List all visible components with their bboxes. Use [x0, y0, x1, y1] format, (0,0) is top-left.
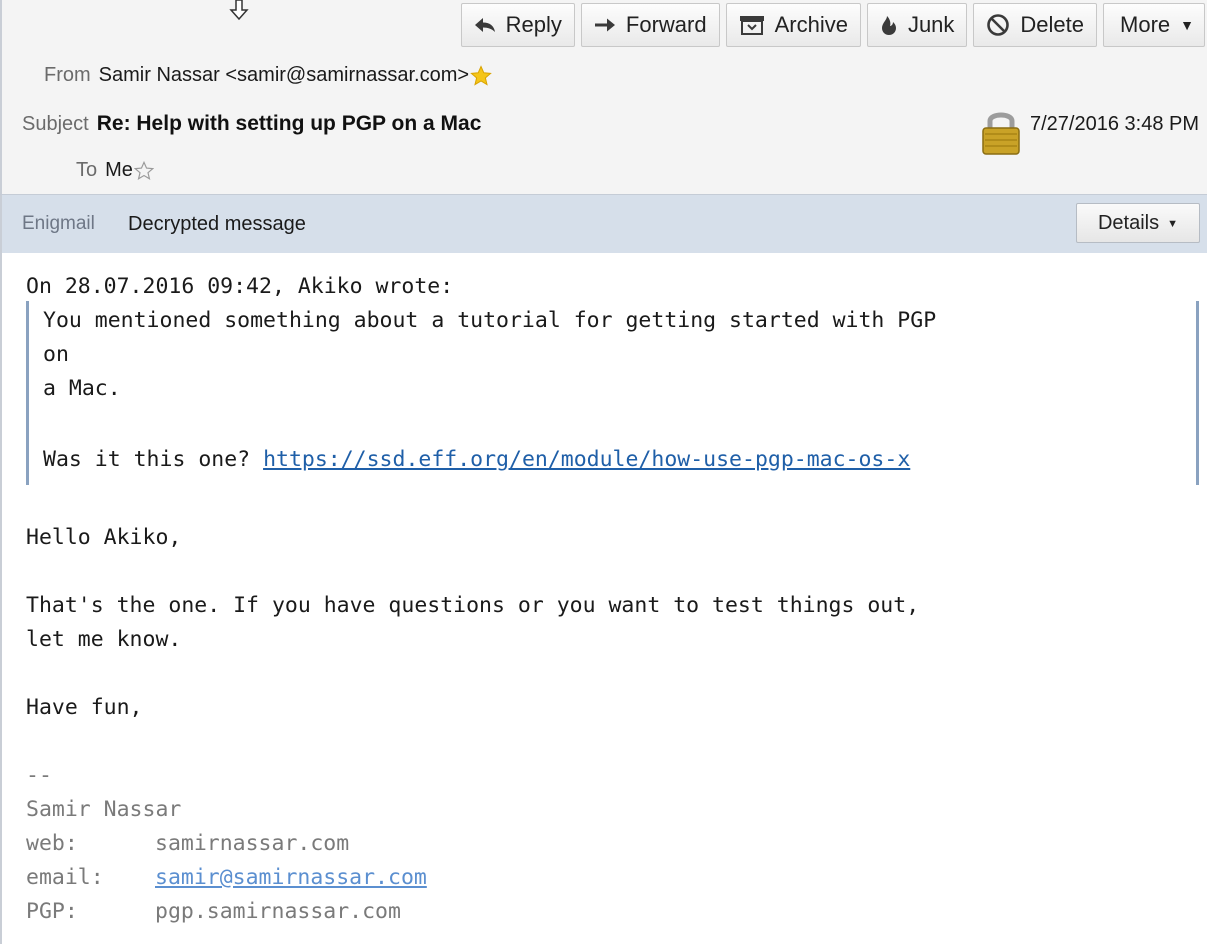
message-date: 7/27/2016 3:48 PM	[1029, 113, 1199, 135]
message-header: Reply Forward Archive Junk Delete More ▼…	[0, 0, 1207, 194]
date-area: 7/27/2016 3:48 PM	[980, 107, 1199, 160]
quote-attribution: On 28.07.2016 09:42, Akiko wrote:	[26, 274, 454, 299]
eff-tutorial-link[interactable]: https://ssd.eff.org/en/module/how-use-pg…	[263, 447, 910, 472]
from-row: From Samir Nassar <samir@samirnassar.com…	[44, 64, 492, 87]
reply-button[interactable]: Reply	[460, 3, 575, 47]
archive-box-icon	[739, 15, 765, 35]
flame-icon	[880, 14, 898, 36]
quote-line: on	[43, 342, 69, 367]
quote-line: You mentioned something about a tutorial…	[43, 308, 937, 333]
mouse-cursor-icon	[228, 0, 250, 27]
details-label: Details	[1097, 211, 1160, 234]
junk-button[interactable]: Junk	[866, 3, 968, 47]
signature-pgp-label: PGP:	[26, 899, 78, 924]
signature-pgp-value: pgp.samirnassar.com	[155, 899, 401, 924]
from-address[interactable]: Samir Nassar <samir@samirnassar.com>	[99, 64, 469, 87]
forward-button[interactable]: Forward	[580, 3, 720, 47]
junk-label: Junk	[907, 12, 955, 37]
signature-web-label: web:	[26, 831, 78, 856]
archive-button[interactable]: Archive	[725, 3, 861, 47]
from-label: From	[44, 64, 91, 86]
reply-label: Reply	[505, 12, 562, 37]
subject-label: Subject	[22, 112, 89, 135]
forward-arrow-icon	[594, 17, 616, 33]
body-line: That's the one. If you have questions or…	[26, 593, 920, 618]
chevron-down-icon: ▼	[1167, 218, 1179, 230]
forward-label: Forward	[625, 12, 707, 37]
to-recipient[interactable]: Me	[105, 159, 133, 182]
message-body: On 28.07.2016 09:42, Akiko wrote: You me…	[0, 253, 1207, 944]
reply-arrow-icon	[474, 17, 496, 33]
enigmail-status-bar: Enigmail Decrypted message Details ▼	[0, 195, 1207, 253]
greeting: Hello Akiko,	[26, 525, 182, 550]
quote-line: a Mac.	[43, 376, 121, 401]
more-button[interactable]: More ▼	[1103, 3, 1205, 47]
signature-web-value: samirnassar.com	[155, 831, 350, 856]
signature-email-value: samir@samirnassar.com	[155, 861, 427, 895]
delete-button[interactable]: Delete	[973, 3, 1098, 47]
to-label: To	[76, 159, 98, 181]
quoted-text-block: You mentioned something about a tutorial…	[26, 301, 1199, 485]
star-filled-icon[interactable]	[470, 64, 492, 87]
to-row: To Me	[76, 159, 154, 182]
star-outline-icon[interactable]	[133, 160, 154, 181]
enigmail-label: Enigmail	[22, 213, 95, 234]
quote-line-prefix: Was it this one?	[43, 447, 264, 472]
signature-email-link[interactable]: samir@samirnassar.com	[155, 865, 427, 890]
delete-label: Delete	[1020, 12, 1085, 37]
signature-separator: --	[26, 763, 52, 788]
closing: Have fun,	[26, 695, 143, 720]
message-toolbar: Reply Forward Archive Junk Delete More ▼	[460, 3, 1205, 47]
padlock-icon[interactable]	[980, 107, 1022, 160]
prohibited-icon	[986, 13, 1010, 37]
more-label: More	[1120, 12, 1171, 37]
subject-row: Subject Re: Help with setting up PGP on …	[22, 112, 481, 136]
details-button[interactable]: Details ▼	[1076, 203, 1200, 243]
archive-label: Archive	[774, 12, 848, 37]
signature-email-label: email:	[26, 865, 104, 890]
body-line: let me know.	[26, 627, 182, 652]
subject-value: Re: Help with setting up PGP on a Mac	[96, 112, 482, 135]
quote-link-line: Was it this one? https://ssd.eff.org/en/…	[43, 443, 910, 477]
chevron-down-icon: ▼	[1180, 17, 1194, 33]
signature-name: Samir Nassar	[26, 797, 182, 822]
enigmail-status: Decrypted message	[128, 213, 306, 235]
